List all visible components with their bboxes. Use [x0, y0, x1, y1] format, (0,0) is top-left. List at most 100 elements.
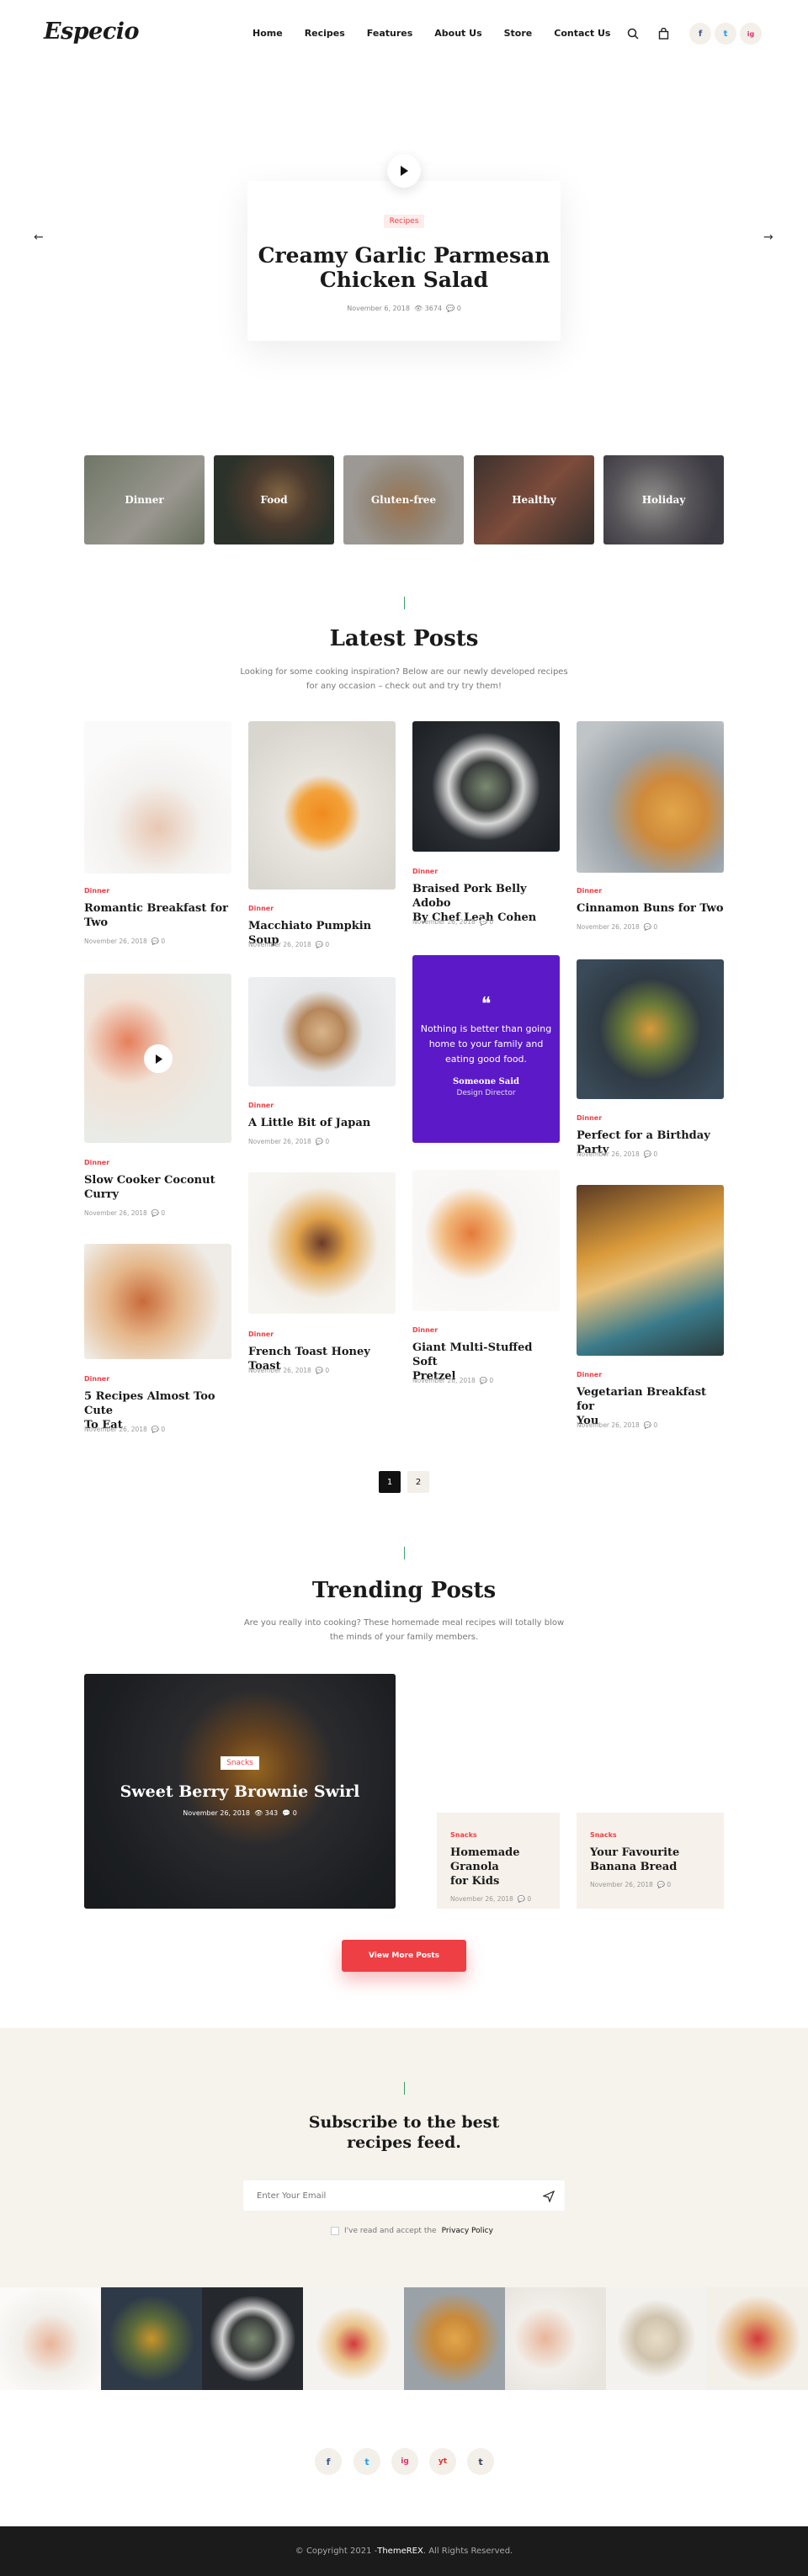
post-title-romantic-breakfast[interactable]: Romantic Breakfast for Two — [84, 901, 231, 930]
quote-role: Design Director — [456, 1089, 516, 1097]
trending-card-banana-bread[interactable]: Snacks Your Favourite Banana Bread Novemb… — [577, 1813, 724, 1909]
post-title-banana-bread[interactable]: Your Favourite Banana Bread — [590, 1846, 708, 1874]
post-category[interactable]: Dinner — [577, 887, 602, 895]
twitter-icon[interactable]: t — [715, 23, 736, 45]
gallery-image[interactable] — [303, 2287, 404, 2390]
footer-instagram-icon[interactable]: ig — [391, 2448, 418, 2475]
post-image-birthday-party[interactable] — [577, 959, 724, 1099]
gallery-image[interactable] — [505, 2287, 606, 2390]
post-category[interactable]: Dinner — [248, 1102, 274, 1109]
featured-post-brownie[interactable]: Snacks Sweet Berry Brownie Swirl Novembe… — [84, 1674, 396, 1909]
privacy-policy-link[interactable]: Privacy Policy — [442, 2227, 493, 2235]
bag-icon[interactable] — [653, 24, 673, 44]
nav-contact[interactable]: Contact Us — [554, 28, 610, 39]
gallery-image[interactable] — [0, 2287, 101, 2390]
gallery-image[interactable] — [707, 2287, 808, 2390]
post-category[interactable]: Dinner — [248, 905, 274, 912]
play-button[interactable] — [387, 154, 421, 188]
page-1-button[interactable]: 1 — [379, 1471, 401, 1493]
post-category[interactable]: Dinner — [577, 1114, 602, 1122]
comment-icon: 💬 — [446, 305, 455, 312]
post-image-cinnamon-buns[interactable] — [577, 721, 724, 873]
featured-title[interactable]: Sweet Berry Brownie Swirl — [84, 1782, 396, 1801]
footer-facebook-icon[interactable]: f — [315, 2448, 342, 2475]
nav-store[interactable]: Store — [504, 28, 533, 39]
post-meta: November 26, 2018 💬 0 — [577, 923, 658, 931]
site-logo[interactable]: Especio — [44, 19, 140, 45]
email-input[interactable] — [243, 2180, 513, 2211]
post-meta: November 26, 2018 💬 0 — [248, 941, 330, 948]
facebook-icon[interactable]: f — [689, 23, 711, 45]
send-icon[interactable] — [542, 2190, 556, 2206]
nav-about[interactable]: About Us — [434, 28, 481, 39]
post-image-japan[interactable] — [248, 977, 396, 1086]
slider-next-arrow[interactable]: → — [763, 231, 773, 244]
video-play-button[interactable] — [144, 1044, 173, 1073]
gallery-image[interactable] — [606, 2287, 707, 2390]
post-image-cute-recipes[interactable] — [84, 1244, 231, 1359]
page-2-button[interactable]: 2 — [407, 1471, 429, 1493]
gallery-image[interactable] — [404, 2287, 505, 2390]
post-image-french-toast[interactable] — [248, 1172, 396, 1314]
post-meta: November 26, 2018 💬 0 — [450, 1895, 532, 1903]
footer-bar: © Copyright 2021 - ThemeREX. All Rights … — [0, 2526, 808, 2576]
category-dinner[interactable]: Dinner — [84, 455, 205, 544]
post-category[interactable]: Dinner — [84, 1159, 109, 1166]
quote-card: ❝ Nothing is better than going home to y… — [412, 955, 560, 1143]
post-category[interactable]: Dinner — [577, 1371, 602, 1378]
footer-youtube-icon[interactable]: yt — [429, 2448, 456, 2475]
post-title-coconut-curry[interactable]: Slow Cooker Coconut Curry — [84, 1173, 231, 1202]
featured-meta: November 26, 2018 👁 343 💬 0 — [183, 1809, 297, 1817]
section-divider — [404, 597, 405, 609]
nav-features[interactable]: Features — [367, 28, 412, 39]
post-category[interactable]: Dinner — [412, 868, 438, 875]
section-divider — [404, 1547, 405, 1559]
post-meta: November 26, 2018 💬 0 — [412, 1377, 494, 1384]
search-icon[interactable] — [623, 24, 643, 44]
post-title-japan[interactable]: A Little Bit of Japan — [248, 1116, 396, 1130]
post-meta: November 26, 2018 💬 0 — [412, 918, 494, 926]
hero-meta: November 6, 2018 👁 3674 💬 0 — [247, 305, 561, 312]
category-gluten-free[interactable]: Gluten-free — [343, 455, 464, 544]
privacy-consent: I've read and accept the Privacy Policy — [331, 2227, 493, 2235]
post-image-romantic-breakfast[interactable] — [84, 721, 231, 874]
gallery-image[interactable] — [101, 2287, 202, 2390]
post-category[interactable]: Dinner — [84, 1375, 109, 1383]
hero-comments: 0 — [456, 305, 461, 312]
email-field[interactable] — [243, 2180, 565, 2211]
main-nav: Home Recipes Features About Us Store Con… — [252, 28, 610, 39]
category-healthy[interactable]: Healthy — [474, 455, 594, 544]
post-category[interactable]: Snacks — [450, 1831, 560, 1839]
hero-title[interactable]: Creamy Garlic Parmesan Chicken Salad — [247, 243, 561, 292]
eye-icon: 👁 — [414, 305, 423, 312]
view-more-posts-button[interactable]: View More Posts — [342, 1940, 466, 1972]
post-image-pumpkin-soup[interactable] — [248, 721, 396, 890]
consent-checkbox[interactable] — [331, 2227, 339, 2235]
category-holiday[interactable]: Holiday — [603, 455, 724, 544]
nav-recipes[interactable]: Recipes — [305, 28, 345, 39]
nav-home[interactable]: Home — [252, 28, 283, 39]
post-meta: November 26, 2018 💬 0 — [84, 1426, 166, 1433]
gallery-image[interactable] — [202, 2287, 303, 2390]
featured-tag[interactable]: Snacks — [221, 1756, 259, 1770]
post-category[interactable]: Dinner — [412, 1326, 438, 1334]
post-image-vegetarian-breakfast[interactable] — [577, 1185, 724, 1356]
post-image-pretzel[interactable] — [412, 1170, 560, 1311]
post-category[interactable]: Dinner — [248, 1330, 274, 1338]
post-category[interactable]: Dinner — [84, 887, 109, 895]
slider-prev-arrow[interactable]: ← — [34, 231, 44, 244]
instagram-icon[interactable]: ig — [740, 23, 762, 45]
trending-card-granola[interactable]: Snacks Homemade Granola for Kids November… — [437, 1813, 560, 1909]
footer-brand-link[interactable]: ThemeREX — [377, 2547, 423, 2556]
hero-tag[interactable]: Recipes — [383, 215, 425, 228]
subscribe-title: Subscribe to the best recipes feed. — [308, 2113, 500, 2152]
category-food[interactable]: Food — [214, 455, 334, 544]
post-title-granola[interactable]: Homemade Granola for Kids — [450, 1846, 556, 1888]
post-category[interactable]: Snacks — [590, 1831, 724, 1839]
post-title-cinnamon-buns[interactable]: Cinnamon Buns for Two — [577, 901, 724, 916]
hero-card: Recipes Creamy Garlic Parmesan Chicken S… — [247, 181, 561, 341]
footer-twitter-icon[interactable]: t — [354, 2448, 380, 2475]
post-image-pork-belly[interactable] — [412, 721, 560, 852]
footer-tumblr-icon[interactable]: t — [467, 2448, 494, 2475]
post-image-coconut-curry[interactable] — [84, 974, 231, 1143]
